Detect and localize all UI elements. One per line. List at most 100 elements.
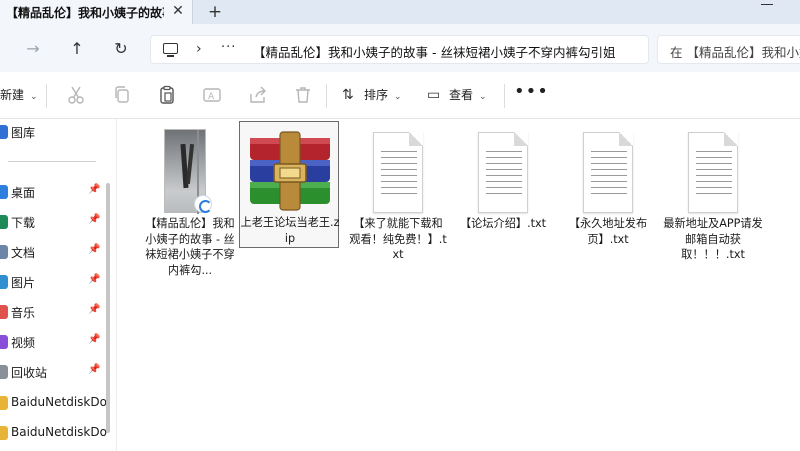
sidebar-item-baidunetdisk[interactable]: BaiduNetdiskDo xyxy=(0,420,107,446)
pin-icon[interactable]: 📌 xyxy=(88,274,100,285)
text-file-icon xyxy=(373,132,423,213)
txt-thumbnail xyxy=(453,129,553,213)
sidebar-item-label: 下载 xyxy=(11,216,36,230)
tab-title: 【精品乱伦】我和小姨子的故事 xyxy=(6,6,164,20)
folder-icon xyxy=(0,396,8,410)
txt-thumbnail xyxy=(663,129,763,213)
pin-icon[interactable]: 📌 xyxy=(88,214,100,225)
pin-icon[interactable]: 📌 xyxy=(88,244,100,255)
sidebar-item-desktop[interactable]: 桌面 📌 xyxy=(0,179,104,205)
sidebar-item-documents[interactable]: 文档 📌 xyxy=(0,239,104,265)
this-pc-icon[interactable] xyxy=(163,43,178,57)
view-icon: ▭ xyxy=(427,87,441,103)
sidebar-item-label: 回收站 xyxy=(11,366,48,380)
divider xyxy=(46,84,47,108)
document-icon xyxy=(0,245,8,259)
music-icon xyxy=(0,305,8,319)
cut-icon[interactable] xyxy=(66,85,86,105)
sort-button[interactable]: ⇅ 排序 ⌄ xyxy=(342,84,402,106)
sidebar-item-pictures[interactable]: 图片 📌 xyxy=(0,269,104,295)
sidebar-item-gallery[interactable]: 图库 xyxy=(0,119,104,145)
winrar-archive-icon xyxy=(250,131,330,211)
new-label: 新建 xyxy=(0,88,25,102)
file-item-txt[interactable]: 最新地址及APP请发邮箱自动获取！！！.txt xyxy=(663,123,763,283)
sidebar-item-label: BaiduNetdiskDo xyxy=(11,425,107,439)
chevron-down-icon: ⌄ xyxy=(394,92,402,102)
scrollbar[interactable] xyxy=(106,183,110,433)
txt-thumbnail xyxy=(348,129,448,213)
sidebar-item-label: 图库 xyxy=(11,126,36,140)
file-name: 【精品乱伦】我和小姨子的故事 - 丝袜短裙小姨子不穿内裤勾... xyxy=(145,217,235,277)
paste-icon[interactable] xyxy=(157,85,177,105)
share-icon[interactable] xyxy=(248,85,268,105)
desktop-icon xyxy=(0,185,8,199)
rename-icon[interactable]: A xyxy=(202,85,222,105)
address-row: → ↑ ↻ › ··· 【精品乱伦】我和小姨子的故事 - 丝袜短裙小姨子不穿内裤… xyxy=(0,24,800,72)
sidebar-item-videos[interactable]: 视频 📌 xyxy=(0,329,104,355)
chevron-right-icon[interactable]: › xyxy=(196,41,202,57)
new-button[interactable]: 新建 ⌄ xyxy=(0,84,38,106)
file-list: 【精品乱伦】我和小姨子的故事 - 丝袜短裙小姨子不穿内裤勾... 上老王论坛当老… xyxy=(118,119,800,451)
pin-icon[interactable]: 📌 xyxy=(88,184,100,195)
video-icon xyxy=(0,335,8,349)
file-name: 最新地址及APP请发邮箱自动获取！！！.txt xyxy=(663,217,763,261)
divider xyxy=(504,84,505,108)
navigation-pane: 图库 桌面 📌 下载 📌 文档 📌 图片 📌 音乐 📌 视频 📌 回收站 📌 B… xyxy=(0,119,117,451)
sort-label: 排序 xyxy=(364,88,389,102)
sidebar-item-baidunetdisk[interactable]: BaiduNetdiskDo xyxy=(0,390,107,416)
file-item-txt[interactable]: 【来了就能下载和观看！纯免费！】.txt xyxy=(348,123,448,283)
sidebar-item-label: BaiduNetdiskDo xyxy=(11,395,107,409)
new-tab-button[interactable]: + xyxy=(205,2,225,22)
search-input[interactable]: 在 【精品乱伦】我和小姨 xyxy=(657,35,800,64)
video-thumbnail xyxy=(140,129,240,214)
file-item-video[interactable]: 【精品乱伦】我和小姨子的故事 - 丝袜短裙小姨子不穿内裤勾... xyxy=(140,123,240,283)
text-file-icon xyxy=(478,132,528,213)
sidebar-item-downloads[interactable]: 下载 📌 xyxy=(0,209,104,235)
pin-icon[interactable]: 📌 xyxy=(88,364,100,375)
svg-text:A: A xyxy=(208,92,215,102)
pin-icon[interactable]: 📌 xyxy=(88,304,100,315)
pin-icon[interactable]: 📌 xyxy=(88,334,100,345)
file-item-zip[interactable]: 上老王论坛当老王.zip xyxy=(239,121,339,248)
file-item-txt[interactable]: 【论坛介绍】.txt xyxy=(453,123,553,283)
chevron-down-icon: ⌄ xyxy=(30,92,38,102)
address-bar[interactable]: › ··· 【精品乱伦】我和小姨子的故事 - 丝袜短裙小姨子不穿内裤勾引姐 xyxy=(150,35,649,64)
command-bar: 新建 ⌄ A ⇅ 排序 ⌄ ▭ 查看 ⌄ ••• xyxy=(0,72,800,119)
more-options-button[interactable]: ••• xyxy=(514,81,549,103)
file-item-txt[interactable]: 【永久地址发布页】.txt xyxy=(558,123,658,283)
forward-icon[interactable]: → xyxy=(22,38,44,60)
sidebar-item-music[interactable]: 音乐 📌 xyxy=(0,299,104,325)
recycle-bin-icon xyxy=(0,365,8,379)
sort-icon: ⇅ xyxy=(342,87,354,103)
chevron-down-icon: ⌄ xyxy=(479,92,487,102)
divider xyxy=(8,161,96,162)
refresh-icon[interactable]: ↻ xyxy=(110,38,132,60)
sidebar-item-label: 桌面 xyxy=(11,186,36,200)
file-name: 【论坛介绍】.txt xyxy=(459,217,547,230)
sidebar-item-label: 音乐 xyxy=(11,306,36,320)
sidebar-item-label: 文档 xyxy=(11,246,36,260)
sidebar-item-label: 视频 xyxy=(11,336,36,350)
minimize-icon[interactable] xyxy=(752,0,782,10)
tab-folder[interactable]: 【精品乱伦】我和小姨子的故事 ✕ xyxy=(0,0,193,24)
tab-strip: 【精品乱伦】我和小姨子的故事 ✕ + xyxy=(0,0,800,24)
divider xyxy=(326,84,327,108)
file-name: 【来了就能下载和观看！纯免费！】.txt xyxy=(349,217,447,261)
breadcrumb-overflow[interactable]: ··· xyxy=(221,40,236,55)
up-arrow-icon[interactable]: ↑ xyxy=(66,38,88,60)
view-label: 查看 xyxy=(449,88,474,102)
download-icon xyxy=(0,215,8,229)
close-icon[interactable]: ✕ xyxy=(169,2,187,20)
txt-thumbnail xyxy=(558,129,658,213)
cloud-sync-icon xyxy=(194,195,212,213)
breadcrumb-current[interactable]: 【精品乱伦】我和小姨子的故事 - 丝袜短裙小姨子不穿内裤勾引姐 xyxy=(253,42,645,61)
file-name: 上老王论坛当老王.zip xyxy=(240,216,340,245)
zip-thumbnail xyxy=(240,128,340,212)
copy-icon[interactable] xyxy=(112,85,132,105)
view-button[interactable]: ▭ 查看 ⌄ xyxy=(427,84,487,106)
sidebar-item-label: 图片 xyxy=(11,276,36,290)
gallery-icon xyxy=(0,125,8,139)
search-placeholder: 在 【精品乱伦】我和小姨 xyxy=(670,45,800,60)
delete-icon[interactable] xyxy=(293,85,313,105)
sidebar-item-recycle-bin[interactable]: 回收站 📌 xyxy=(0,359,104,385)
